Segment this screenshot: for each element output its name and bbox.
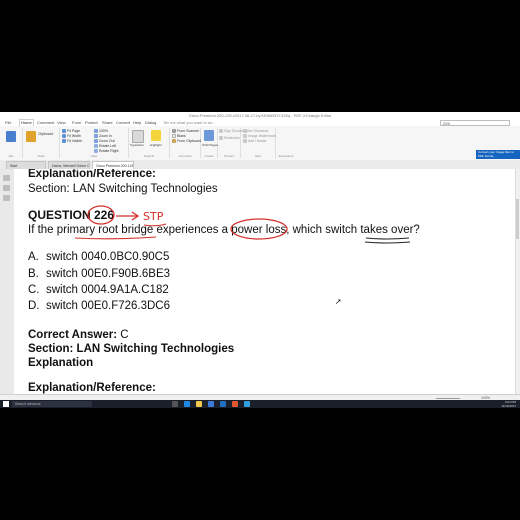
fit-page-icon [62, 129, 66, 134]
fit-page-button[interactable]: Fit Page [62, 129, 80, 134]
image-watermark-button[interactable]: Image Watermark [243, 134, 276, 139]
answer-option-c: C. switch 0004.9A1A.C182 [28, 284, 169, 296]
from-clipboard-button[interactable]: From Clipboard [172, 139, 201, 144]
ribbon-group-protect: Sign Document Redaction Protect [218, 128, 248, 158]
typewriter-icon[interactable] [132, 130, 144, 143]
typewriter-button[interactable]: Typewriter [130, 143, 144, 147]
tab-file[interactable]: File [4, 119, 12, 126]
rotate-right-button[interactable]: Rotate Right [94, 149, 118, 154]
tab-view[interactable]: View [56, 119, 67, 126]
hand-tool-icon[interactable] [26, 131, 36, 142]
sign-icon [219, 129, 223, 134]
explanation-reference-heading: Explanation/Reference: [28, 169, 156, 180]
fit-width-button[interactable]: Fit Width [62, 134, 81, 139]
tab-protect[interactable]: Protect [84, 119, 99, 126]
scrollbar-thumb[interactable] [516, 199, 519, 239]
file-explorer-icon[interactable] [196, 401, 202, 407]
zoom-out-icon [94, 139, 98, 144]
zoom-in-button[interactable]: Zoom In [94, 134, 112, 139]
pdf-editor-taskbar-icon[interactable] [232, 401, 238, 407]
windows-taskbar: Search windows 3:04 PM 11/16/2017 [0, 400, 520, 408]
ribbon: File Clipboard Tools Fit Page Fit Width … [0, 126, 520, 161]
ribbon-group-view: Fit Page Fit Width Fit Visible 100% Zoom… [60, 128, 129, 158]
tab-convert[interactable]: Convert [115, 119, 131, 126]
header-icon [243, 139, 247, 144]
scanner-icon [172, 129, 176, 134]
section-label: Section: LAN Switching Technologies [28, 183, 218, 195]
store-icon[interactable] [208, 401, 214, 407]
doc-tab-start[interactable]: Start [6, 161, 46, 169]
clipboard-button[interactable]: Clipboard [38, 132, 53, 136]
zoom-in-icon [94, 134, 98, 139]
primary-root-underline [74, 236, 157, 240]
fit-visible-icon [62, 139, 66, 144]
question-label: QUESTION 226 [28, 208, 115, 222]
question-text: If the primary root bridge experiences a… [28, 224, 420, 236]
mail-icon[interactable] [220, 401, 226, 407]
zoom-select[interactable]: 100% [94, 129, 108, 134]
highlight-icon[interactable] [151, 130, 161, 141]
redaction-icon [219, 136, 223, 141]
taskbar-search-input[interactable]: Search windows [12, 401, 92, 407]
arrow-annotation [116, 211, 140, 221]
ribbon-group-create: OCR Pages Create [201, 128, 218, 158]
fit-width-icon [62, 134, 66, 139]
takes-over-underline [365, 237, 410, 240]
answer-option-d: D. switch 00E0.F726.3DC6 [28, 300, 171, 312]
answer-option-b: B. switch 00E0.F90B.6BE3 [28, 268, 171, 280]
rotate-left-button[interactable]: Rotate Left [94, 144, 116, 149]
notification-popup[interactable]: Convert your Image files to PDF format [476, 150, 520, 159]
ribbon-group-file: File [0, 128, 23, 158]
redaction-button[interactable]: Redaction [219, 136, 240, 141]
pages-icon[interactable] [3, 185, 10, 191]
tab-home[interactable]: Home [19, 119, 34, 126]
from-scanner-button[interactable]: From Scanner [172, 129, 199, 134]
fit-visible-button[interactable]: Fit Visible [62, 139, 82, 144]
bookmarks-icon[interactable] [3, 175, 10, 181]
doc-tab-datos[interactable]: Datos, Wendell Odom CCNA... [48, 161, 90, 169]
highlight-button[interactable]: Highlight [150, 143, 162, 147]
clipboard-icon [172, 139, 176, 144]
rotate-right-icon [94, 149, 98, 154]
ribbon-group-objects: Typewriter Highlight Objects [129, 128, 170, 158]
tab-dialog[interactable]: Dialog [144, 119, 157, 126]
add-header-button[interactable]: Add Header [243, 139, 267, 144]
tell-me-box[interactable]: Tell me what you want to do... [163, 120, 216, 125]
task-view-icon[interactable] [172, 401, 178, 407]
watermark-icon [243, 134, 247, 139]
windows-start-icon[interactable] [3, 401, 9, 407]
takes-over-underline-2 [364, 241, 411, 244]
no-shortcuts-button[interactable]: No Shortcuts [243, 129, 268, 134]
blank-page-icon [172, 134, 176, 139]
zoom-icon [94, 129, 98, 134]
tab-share[interactable]: Share [101, 119, 114, 126]
tab-form[interactable]: Form [71, 119, 82, 126]
ocr-icon[interactable] [204, 130, 214, 141]
rotate-left-icon [94, 144, 98, 149]
ribbon-group-extensions: Extensions [278, 154, 294, 158]
ocr-pages-button[interactable]: OCR Pages [202, 143, 218, 147]
zoom-out-button[interactable]: Zoom Out [94, 139, 115, 144]
answer-option-a: A. switch 0040.0BC0.90C5 [28, 251, 170, 263]
shortcut-icon [243, 129, 247, 134]
mouse-cursor-icon: ➚ [335, 297, 342, 306]
comments-icon[interactable] [3, 195, 10, 201]
tab-comment[interactable]: Comment [36, 119, 55, 126]
browser-taskbar-icon[interactable] [244, 401, 250, 407]
file-icon[interactable] [6, 131, 16, 142]
section-label-2: Section: LAN Switching Technologies [28, 343, 235, 355]
edge-icon[interactable] [184, 401, 190, 407]
tab-help[interactable]: Help [132, 119, 142, 126]
stp-note: STP [143, 210, 164, 223]
doc-tab-cisco-premium[interactable]: Cisco.Premium.200-125... [92, 161, 134, 169]
blank-button[interactable]: Blank [172, 134, 186, 139]
video-caption: over so the [171, 360, 349, 391]
zoom-slider[interactable] [436, 398, 460, 399]
window-title: Cisco.Premium.200-125.v2017-06-17.by.KEN… [188, 113, 332, 118]
system-clock[interactable]: 3:04 PM 11/16/2017 [501, 400, 516, 408]
ribbon-group-comment: From Scanner Blank From Clipboard Commen… [170, 128, 201, 158]
correct-answer: Correct Answer: C [28, 329, 129, 341]
ribbon-group-tools: Clipboard Tools [23, 128, 60, 158]
ribbon-group-edit: No Shortcuts Image Watermark Add Header … [241, 128, 276, 158]
